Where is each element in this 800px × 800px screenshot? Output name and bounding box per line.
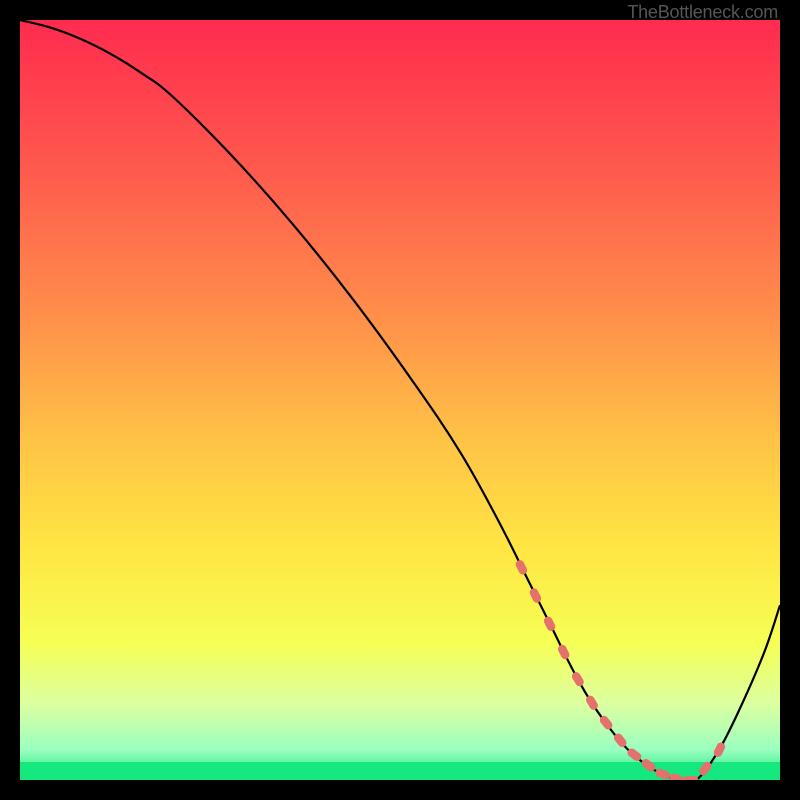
watermark-text: TheBottleneck.com bbox=[627, 2, 778, 23]
page-root: TheBottleneck.com bbox=[0, 0, 800, 800]
chart-area bbox=[20, 20, 780, 780]
dotted-marker bbox=[683, 776, 698, 780]
chart-gradient-background bbox=[20, 20, 780, 780]
chart-svg bbox=[20, 20, 780, 780]
